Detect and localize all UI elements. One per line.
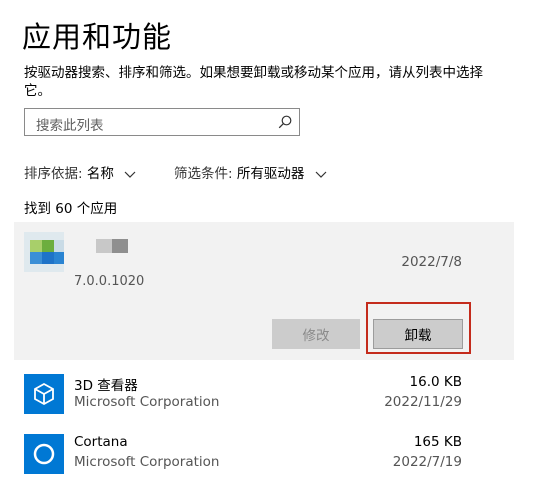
chevron-down-icon [124, 171, 136, 178]
sort-dropdown[interactable]: 排序依据: 名称 [24, 162, 136, 182]
modify-button[interactable]: 修改 [272, 319, 360, 349]
filter-label: 筛选条件: [174, 166, 233, 182]
sort-value: 名称 [86, 166, 114, 182]
app-list-item[interactable]: Cortana Microsoft Corporation 165 KB 202… [14, 426, 514, 486]
uninstall-highlight-box [366, 302, 471, 354]
app-date: 2022/7/19 [392, 454, 462, 470]
search-icon[interactable] [277, 114, 293, 130]
sort-label: 排序依据: [24, 166, 83, 182]
app-install-date: 2022/7/8 [401, 254, 462, 270]
page-description: 按驱动器搜索、排序和筛选。如果想要卸载或移动某个应用，请从列表中选择它。 [24, 65, 483, 99]
app-icon [24, 232, 64, 272]
cortana-ring-icon [24, 434, 64, 474]
cube-icon [24, 374, 64, 414]
filter-value: 所有驱动器 [236, 166, 305, 182]
app-publisher: Microsoft Corporation [74, 454, 220, 470]
app-name: Cortana [74, 434, 128, 450]
app-size: 165 KB [413, 434, 462, 450]
search-placeholder: 搜索此列表 [36, 118, 104, 134]
app-list-item[interactable]: 3D 查看器 Microsoft Corporation 16.0 KB 202… [14, 366, 514, 426]
app-publisher: Microsoft Corporation [74, 394, 220, 410]
app-version: 7.0.0.1020 [74, 274, 145, 289]
app-date: 2022/11/29 [384, 394, 462, 410]
app-name: 3D 查看器 [74, 378, 138, 394]
app-count: 找到 60 个应用 [24, 201, 118, 217]
chevron-down-icon [315, 171, 327, 178]
page-title: 应用和功能 [22, 20, 173, 54]
app-name-redacted [96, 239, 128, 253]
search-input[interactable]: 搜索此列表 [24, 108, 300, 136]
app-size: 16.0 KB [409, 374, 462, 390]
filter-dropdown[interactable]: 筛选条件: 所有驱动器 [174, 162, 327, 182]
